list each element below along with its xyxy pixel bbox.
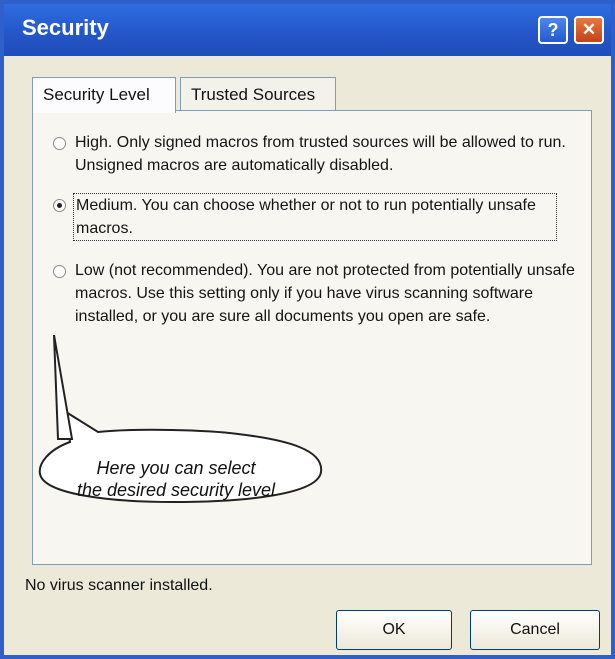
radio-high[interactable] (53, 137, 66, 150)
close-icon: ✕ (581, 20, 597, 39)
radio-selected-dot-icon (57, 203, 62, 208)
callout-text: Here you can select the desired security… (46, 457, 306, 501)
tab-trusted-sources-label: Trusted Sources (191, 85, 316, 104)
tab-bar: Security Level Trusted Sources (32, 77, 572, 113)
close-button[interactable]: ✕ (574, 16, 604, 44)
title-bar[interactable]: Security ? ✕ (4, 4, 611, 56)
radio-low[interactable] (53, 265, 66, 278)
cancel-button[interactable]: Cancel (470, 610, 600, 650)
option-low-label: Low (not recommended). You are not prote… (75, 262, 575, 325)
callout-line-2: the desired security level (76, 480, 276, 500)
tab-security-level[interactable]: Security Level (32, 77, 176, 113)
ok-button[interactable]: OK (336, 610, 452, 650)
tab-trusted-sources[interactable]: Trusted Sources (180, 77, 336, 111)
radio-medium[interactable] (53, 199, 66, 212)
help-icon: ? (547, 19, 559, 40)
tab-security-level-label: Security Level (43, 85, 150, 104)
option-medium-label: Medium. You can choose whether or not to… (73, 193, 557, 241)
callout-line-1: Here you can select (96, 458, 256, 478)
status-text: No virus scanner installed. (25, 577, 213, 594)
dialog-title: Security (22, 15, 109, 40)
option-high-label: High. Only signed macros from trusted so… (75, 134, 566, 174)
help-button[interactable]: ? (538, 16, 568, 44)
callout-pointer (53, 335, 74, 440)
